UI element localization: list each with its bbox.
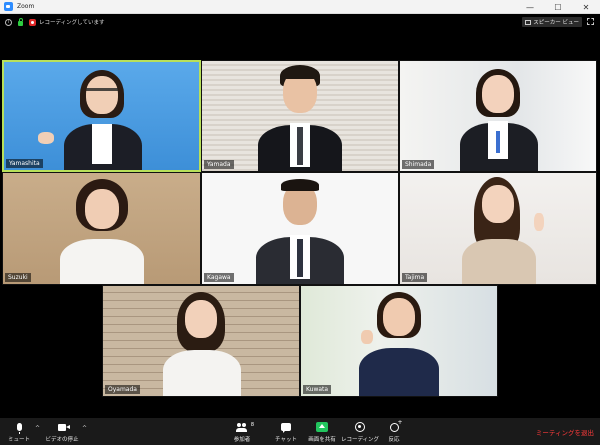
video-tile-tajima[interactable]: Tajima xyxy=(399,172,597,285)
participant-figure xyxy=(42,173,162,284)
lock-icon[interactable] xyxy=(18,17,23,26)
mute-button[interactable]: ミュート xyxy=(6,418,32,445)
participant-figure xyxy=(339,286,459,396)
participant-figure xyxy=(438,61,558,171)
meeting-toolbar: ミュート ^ ビデオの停止 ^ 8 参加者 チャット 画面を共有 レコーディング… xyxy=(0,418,600,445)
participants-icon: 8 xyxy=(236,422,254,432)
title-bar: Zoom — ☐ ✕ xyxy=(0,0,600,14)
video-options-caret[interactable]: ^ xyxy=(82,425,87,432)
record-label: レコーディング xyxy=(340,437,380,443)
window-title: Zoom xyxy=(17,3,35,10)
participant-figure xyxy=(438,173,558,284)
record-button[interactable]: レコーディング xyxy=(341,418,379,445)
participant-name: Suzuki xyxy=(5,273,31,282)
participant-figure xyxy=(240,173,360,284)
audio-options-caret[interactable]: ^ xyxy=(35,425,40,432)
stop-video-button[interactable]: ビデオの停止 xyxy=(44,418,80,445)
zoom-logo-icon xyxy=(4,2,13,11)
video-tile-kuwata[interactable]: Kuwata xyxy=(300,285,498,397)
minimize-button[interactable]: — xyxy=(516,0,544,14)
window-controls: — ☐ ✕ xyxy=(516,0,600,14)
chat-button[interactable]: チャット xyxy=(272,418,300,445)
record-icon xyxy=(355,422,365,432)
recording-status-text: レコーディングしています xyxy=(39,20,105,26)
fullscreen-icon[interactable] xyxy=(587,18,594,25)
participants-label: 参加者 xyxy=(233,437,251,443)
chat-label: チャット xyxy=(275,437,297,443)
recording-icon xyxy=(29,18,36,26)
share-screen-button[interactable]: 画面を共有 xyxy=(304,418,340,445)
close-button[interactable]: ✕ xyxy=(572,0,600,14)
zoom-window: Zoom — ☐ ✕ i レコーディングしています スピーカー ビュー Yama… xyxy=(0,0,600,445)
share-screen-label: 画面を共有 xyxy=(308,437,336,443)
video-tile-shimada[interactable]: Shimada xyxy=(399,60,597,172)
chat-icon xyxy=(281,423,291,433)
video-tile-kagawa[interactable]: Kagawa xyxy=(201,172,399,285)
info-icon[interactable]: i xyxy=(5,18,12,26)
video-tile-yamashita[interactable]: Yamashita xyxy=(2,60,201,172)
participant-name: Shimada xyxy=(402,160,435,169)
view-grid-icon xyxy=(525,19,532,25)
video-tile-suzuki[interactable]: Suzuki xyxy=(2,172,201,285)
meeting-top-bar: i レコーディングしています xyxy=(0,14,600,30)
participant-name: Yamashita xyxy=(6,159,43,168)
participant-figure xyxy=(37,62,162,170)
participant-name: Yamada xyxy=(204,160,234,169)
leave-meeting-button[interactable]: ミーティングを退出 xyxy=(536,427,594,437)
share-screen-icon xyxy=(316,422,328,432)
participant-figure xyxy=(240,61,360,171)
video-camera-icon xyxy=(58,423,70,431)
reactions-label: 反応 xyxy=(388,437,400,443)
speaker-view-button[interactable]: スピーカー ビュー xyxy=(522,17,582,27)
microphone-icon xyxy=(16,423,22,434)
participant-figure xyxy=(141,286,261,396)
participant-name: Tajima xyxy=(402,273,428,282)
stop-video-label: ビデオの停止 xyxy=(45,437,79,443)
participant-name: Kagawa xyxy=(204,273,234,282)
reactions-icon xyxy=(389,419,403,432)
reactions-button[interactable]: 反応 xyxy=(382,418,406,445)
speaker-view-label: スピーカー ビュー xyxy=(533,20,579,26)
participants-button[interactable]: 8 参加者 xyxy=(228,418,256,445)
maximize-button[interactable]: ☐ xyxy=(544,0,572,14)
participant-name: Oyamada xyxy=(105,385,140,394)
video-tile-oyamada[interactable]: Oyamada xyxy=(102,285,300,397)
mute-label: ミュート xyxy=(7,437,30,443)
participants-count: 8 xyxy=(250,421,254,428)
video-tile-yamada[interactable]: Yamada xyxy=(201,60,399,172)
participant-name: Kuwata xyxy=(303,385,332,394)
